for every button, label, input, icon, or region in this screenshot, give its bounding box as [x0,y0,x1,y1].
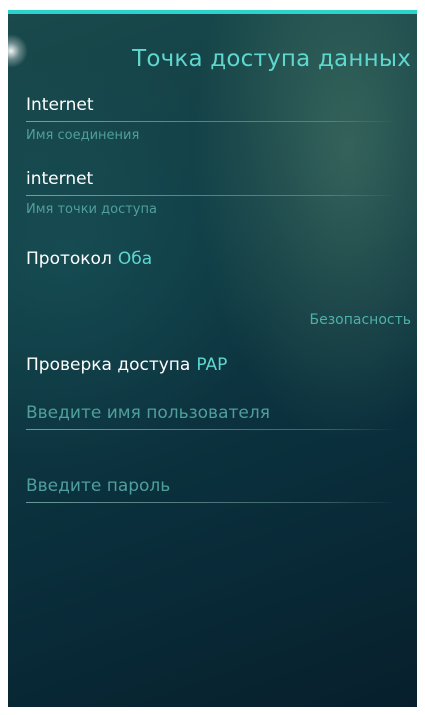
connection-name-underline [26,121,398,122]
access-point-name-field[interactable]: internet Имя точки доступа [26,169,398,217]
username-underline [26,429,398,430]
connection-name-field[interactable]: Internet Имя соединения [26,95,398,143]
protocol-label: Протокол [26,249,112,269]
screen: Точка доступа данных Internet Имя соедин… [8,10,417,707]
protocol-value: Оба [117,249,153,269]
pulley-indicator-icon [8,34,28,68]
page-title: Точка доступа данных [132,46,411,72]
protocol-selector[interactable]: Протокол Оба [26,249,152,269]
username-input[interactable]: Введите имя пользователя [26,403,398,423]
connection-name-value[interactable]: Internet [26,95,398,115]
username-field[interactable]: Введите имя пользователя [26,403,398,430]
top-accent-bar [8,10,417,14]
auth-value: PAP [196,355,228,375]
password-underline [26,502,398,503]
password-input[interactable]: Введите пароль [26,476,398,496]
connection-name-label: Имя соединения [26,128,140,143]
auth-selector[interactable]: Проверка доступа PAP [26,355,227,375]
access-point-name-value[interactable]: internet [26,169,398,189]
password-field[interactable]: Введите пароль [26,476,398,503]
access-point-name-underline [26,195,398,196]
auth-label: Проверка доступа [26,355,191,375]
access-point-name-label: Имя точки доступа [26,202,157,217]
security-section-header: Безопасность [309,312,411,328]
